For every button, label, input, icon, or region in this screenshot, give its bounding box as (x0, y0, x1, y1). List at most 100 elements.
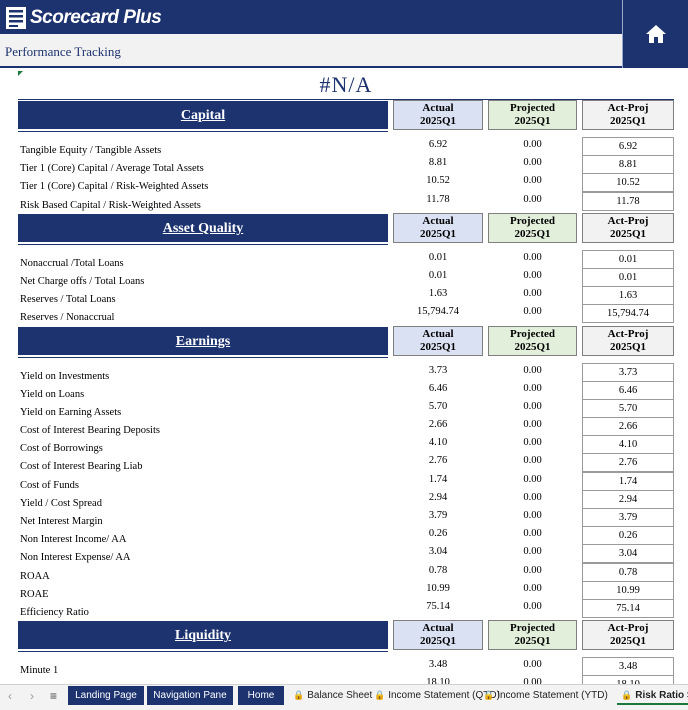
row-label: Cost of Borrowings (20, 443, 103, 455)
projected-value: 0.00 (523, 491, 542, 503)
column-header-projected: Projected 2025Q1 (488, 212, 577, 243)
sheet-title: #N/A (18, 72, 674, 100)
column-header-line: Actual (422, 622, 454, 635)
act-proj-value: 6.46 (582, 380, 674, 400)
column-header-line: 2025Q1 (609, 227, 647, 240)
next-sheet-icon[interactable]: › (30, 689, 34, 703)
column-header-line: Actual (422, 214, 454, 227)
actual-value: 3.73 (428, 364, 448, 376)
table-row[interactable]: Efficiency Ratio 75.14 0.00 75.14 (0, 598, 688, 620)
projected-value: 0.00 (523, 382, 542, 394)
row-label: Yield on Earning Assets (20, 406, 122, 418)
act-proj-value: 2.76 (582, 453, 674, 473)
column-header-line: Projected (510, 622, 555, 635)
section-header: Asset Quality Actual 2025Q1 Projected 2025Q1… (0, 212, 688, 253)
page-subtitle: Performance Tracking (5, 44, 121, 59)
actual-value: 2.66 (428, 419, 448, 431)
projected-value: 0.00 (523, 659, 542, 671)
projected-value: 0.00 (523, 473, 542, 485)
column-header-line: 2025Q1 (419, 115, 457, 127)
section-title: Capital (18, 101, 388, 131)
prev-sheet-icon[interactable]: ‹ (8, 689, 12, 703)
section-header: Earnings Actual 2025Q1 Projected 2025Q1 Act-P… (0, 325, 688, 366)
projected-value: 0.00 (523, 400, 542, 412)
act-proj-value: 75.14 (582, 598, 674, 618)
column-header-actual: Actual 2025Q1 (393, 325, 483, 356)
column-header-line: 2025Q1 (419, 227, 457, 240)
sheet-tab[interactable]: 🔒Risk Ratio Su (617, 686, 688, 705)
sheet-tab-label: Home (247, 690, 275, 701)
act-proj-value: 0.26 (582, 526, 674, 546)
column-header-line: 2025Q1 (514, 635, 551, 648)
sheet-tab[interactable]: Home (238, 686, 284, 705)
act-proj-value: 0.01 (582, 249, 674, 269)
column-header-line: Projected (510, 327, 555, 340)
home-icon (645, 25, 666, 43)
app-logo: Scorecard Plus (5, 5, 162, 31)
table-row[interactable]: Risk Based Capital / Risk-Weighted Asset… (0, 191, 688, 213)
projected-value: 0.00 (523, 251, 542, 263)
row-label: Net Interest Margin (20, 516, 103, 527)
column-header-projected: Projected 2025Q1 (488, 325, 577, 356)
row-label: Yield on Loans (20, 388, 85, 400)
column-header-actproj: Act-Proj 2025Q1 (582, 325, 674, 356)
column-header-actproj: Act-Proj 2025Q1 (582, 100, 674, 130)
row-label: Non Interest Expense/ AA (20, 552, 131, 564)
actual-value: 6.46 (428, 382, 448, 394)
section-title: Earnings (18, 326, 388, 357)
column-header-line: 2025Q1 (419, 635, 457, 648)
actual-value: 6.92 (428, 139, 448, 150)
row-label: Reserves / Nonaccrual (20, 312, 115, 324)
worksheet[interactable]: #N/A Capital Actual 2025Q1 Projected 2025Q1 A… (0, 68, 688, 684)
row-label: Efficiency Ratio (20, 606, 89, 618)
column-header-line: 2025Q1 (609, 340, 647, 353)
act-proj-value: 3.79 (582, 508, 674, 527)
app-logo-text: Scorecard Plus (30, 7, 162, 28)
act-proj-value: 10.52 (582, 173, 674, 193)
section-header: Liquidity Actual 2025Q1 Projected 2025Q1 Act-… (0, 620, 688, 660)
act-proj-value: 11.78 (582, 191, 674, 211)
sheet-tab[interactable]: Landing Page (68, 686, 144, 705)
act-proj-value: 0.01 (582, 267, 674, 287)
column-header-actual: Actual 2025Q1 (393, 212, 483, 243)
lock-icon: 🔒 (293, 690, 305, 700)
projected-value: 0.00 (523, 306, 542, 318)
table-row[interactable]: Reserves / Nonaccrual 15,794.74 0.00 15,794… (0, 304, 688, 325)
actual-value: 11.78 (426, 193, 450, 205)
sheet-tab-label: Balance Sheet (307, 690, 373, 701)
column-header-actproj: Act-Proj 2025Q1 (582, 212, 674, 243)
actual-value: 3.48 (428, 659, 448, 671)
sheet-tab-label: Risk Ratio Su (635, 690, 688, 701)
column-header-line: 2025Q1 (609, 115, 647, 127)
sheet-tab[interactable]: Navigation Pane (147, 686, 233, 705)
act-proj-value: 10.99 (582, 580, 674, 600)
ratio-sections: Capital Actual 2025Q1 Projected 2025Q1 Act-Pr… (0, 100, 688, 684)
home-button[interactable] (622, 0, 688, 68)
row-label: Yield / Cost Spread (20, 497, 102, 509)
sheet-tab[interactable]: 🔒 Income Statement (YTD) (479, 686, 613, 705)
row-label: ROAE (20, 588, 49, 600)
actual-value: 2.94 (428, 491, 448, 503)
sheet-tab[interactable]: 🔒 Income Statement (QTD) (370, 686, 500, 705)
column-header-line: Act-Proj (607, 622, 649, 635)
actual-value: 10.52 (426, 175, 450, 187)
act-proj-value: 1.63 (582, 286, 674, 306)
column-header-line: Act-Proj (607, 327, 649, 340)
sheet-tab-label: Income Statement (YTD) (497, 690, 608, 701)
lock-icon: 🔒 (374, 690, 386, 700)
row-label: Tier 1 (Core) Capital / Risk-Weighted As… (20, 181, 209, 193)
sheet-tab[interactable]: 🔒 Balance Sheet (289, 686, 372, 705)
projected-value: 0.00 (523, 455, 542, 467)
projected-value: 0.00 (523, 288, 542, 300)
actual-value: 8.81 (428, 157, 448, 169)
sheet-list-menu-icon[interactable]: ≡ (50, 689, 57, 703)
sheet-tab-bar: ‹ › ≡ Landing Page Navigation Pane Home 🔒 Ba… (0, 684, 688, 710)
row-label: Cost of Interest Bearing Liab (20, 461, 143, 473)
projected-value: 0.00 (523, 546, 542, 558)
act-proj-value: 15,794.74 (582, 304, 674, 324)
column-header-line: Actual (422, 327, 454, 340)
projected-value: 0.00 (523, 528, 542, 540)
row-label: Cost of Interest Bearing Deposits (20, 425, 160, 437)
row-label: Tangible Equity / Tangible Assets (20, 145, 162, 156)
actual-value: 10.99 (426, 582, 450, 594)
